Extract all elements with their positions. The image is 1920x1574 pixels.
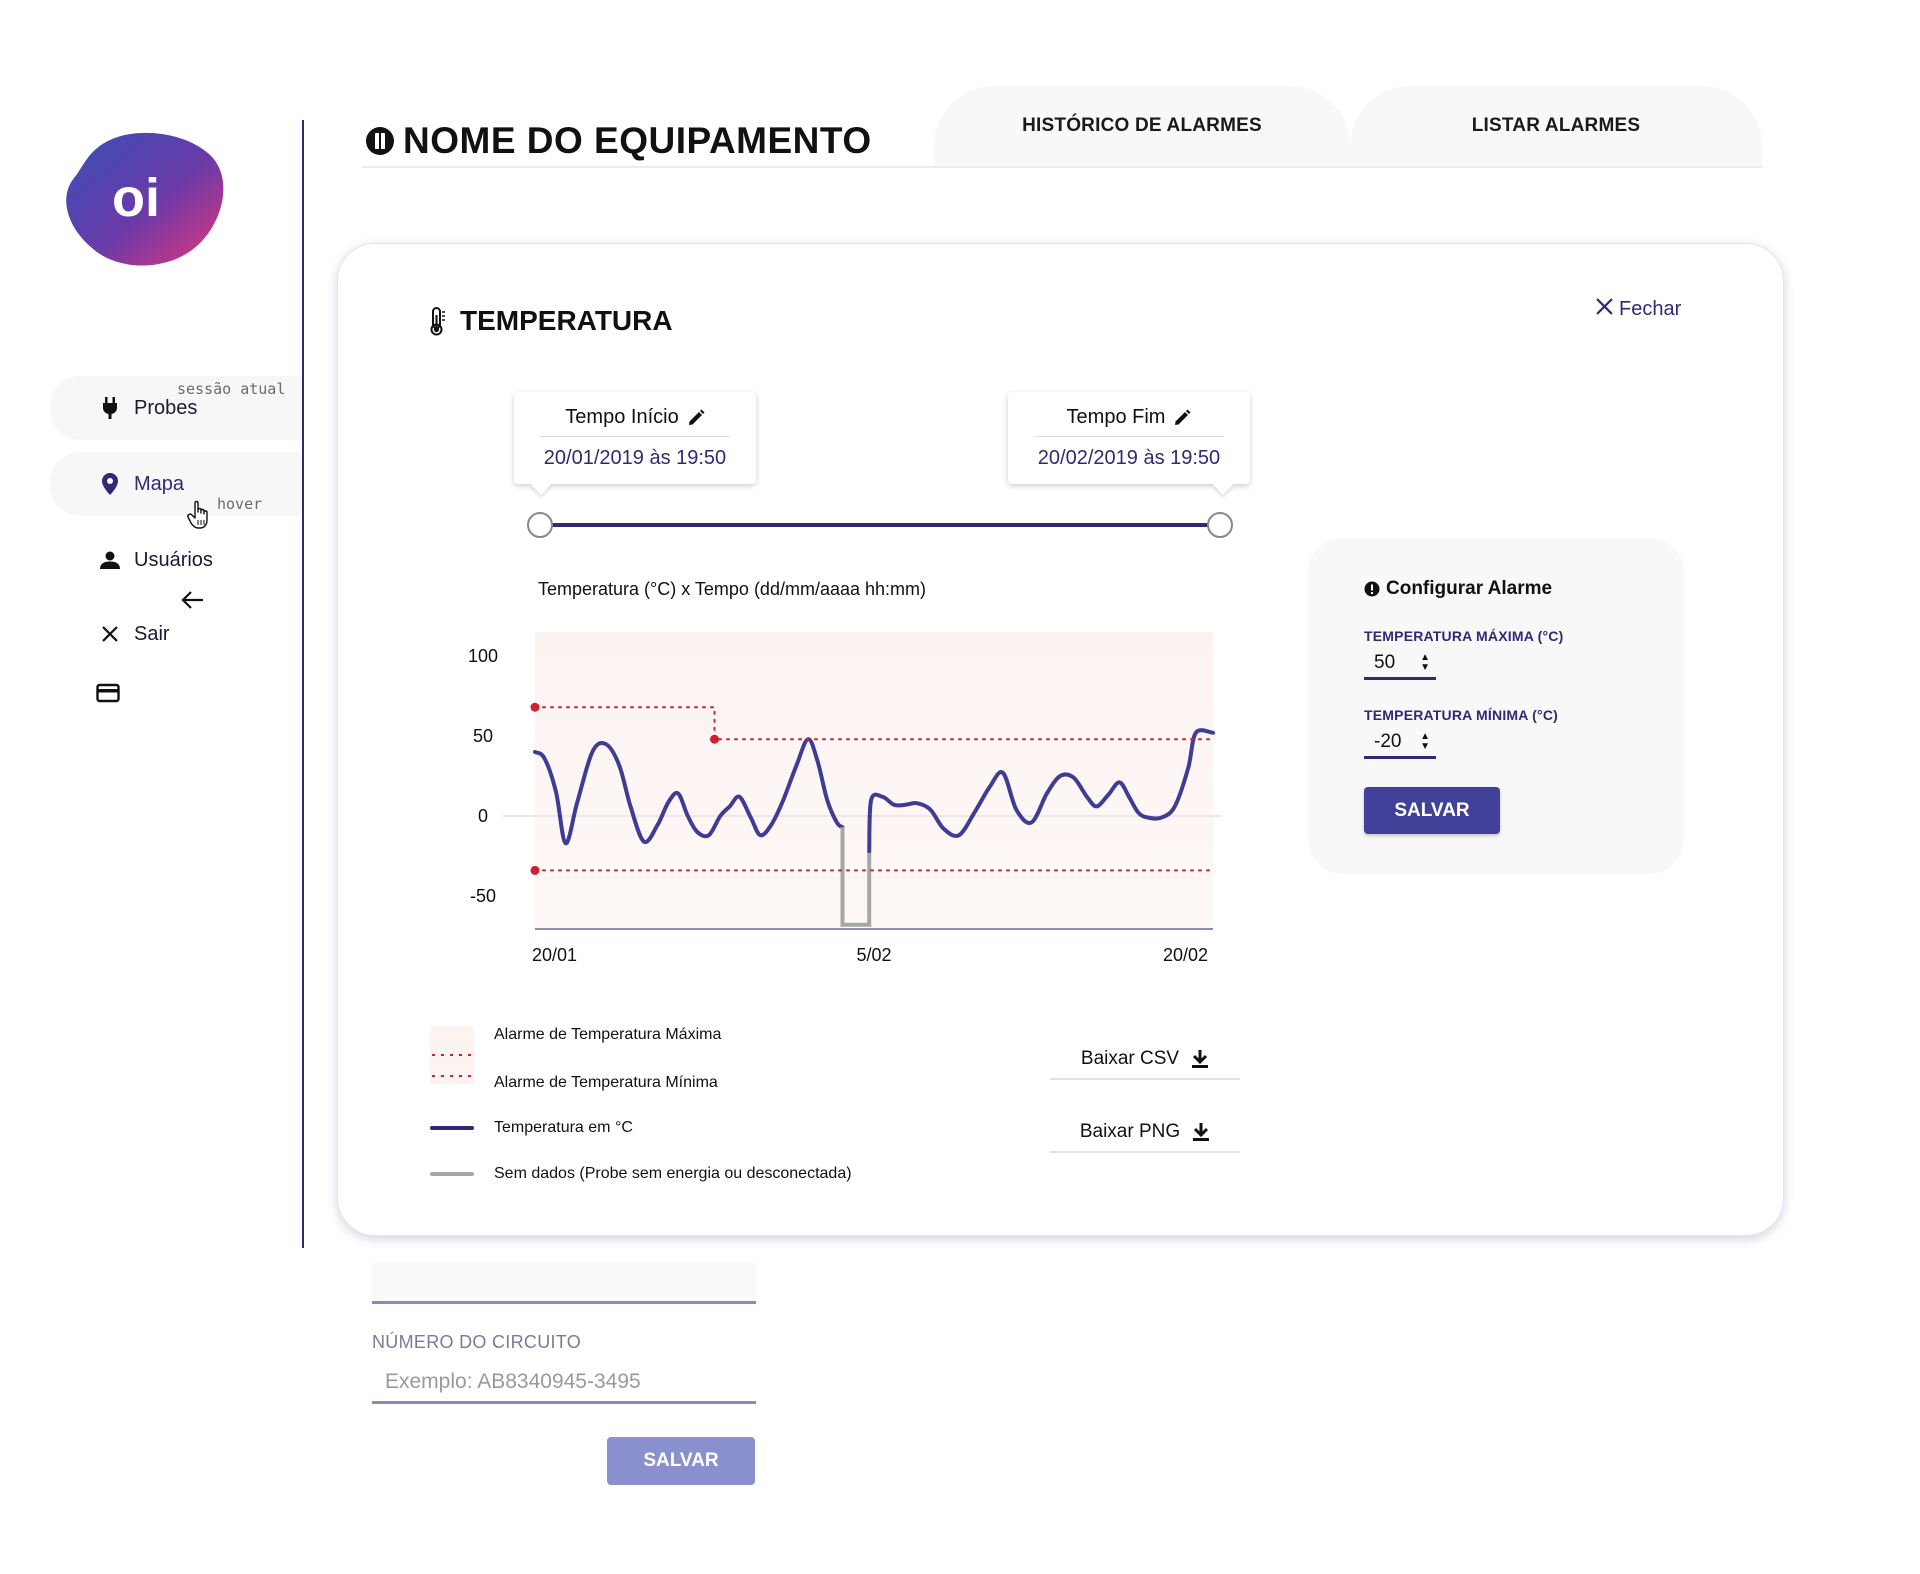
legend-min-alarm: Alarme de Temperatura Mínima <box>430 1074 718 1092</box>
alarm-threshold-point <box>530 702 540 712</box>
tab-listar-alarmes[interactable]: LISTAR ALARMES <box>1350 86 1762 166</box>
oi-logo: oi <box>66 132 224 266</box>
sidebar-item-mapa[interactable]: Mapa <box>50 452 302 516</box>
close-label: Fechar <box>1619 298 1682 320</box>
y-tick-label: 50 <box>473 726 493 746</box>
pencil-icon[interactable] <box>687 409 705 427</box>
range-start-handle[interactable] <box>527 512 553 538</box>
legend-max-label: Alarme de Temperatura Máxima <box>494 1026 722 1043</box>
page-title: NOME DO EQUIPAMENTO <box>403 120 872 161</box>
number-stepper-icon[interactable]: ▲ ▼ <box>1420 731 1430 752</box>
download-icon <box>1193 1123 1210 1141</box>
y-tick-label: 0 <box>478 806 488 826</box>
max-temperature-label: TEMPERATURA MÁXIMA (°C) <box>1364 628 1564 644</box>
background-field[interactable] <box>372 1262 756 1304</box>
alarm-config-header: Configurar Alarme <box>1364 578 1552 600</box>
y-tick-label: -50 <box>470 886 496 906</box>
sidebar-item-usuarios[interactable]: Usuários <box>50 528 302 592</box>
sidebar-item-label: Probes <box>134 396 198 419</box>
min-temperature-label: TEMPERATURA MÍNIMA (°C) <box>1364 707 1558 723</box>
legend-temperature: Temperatura em °C <box>430 1119 633 1137</box>
circuit-number-label: NÚMERO DO CIRCUITO <box>372 1332 582 1352</box>
sidebar-item-sair[interactable]: Sair <box>50 602 302 666</box>
plug-icon <box>98 397 122 419</box>
x-tick-label: 20/01 <box>532 945 577 965</box>
download-png-button[interactable]: Baixar PNG <box>1050 1113 1240 1153</box>
alarm-band <box>535 632 1213 928</box>
x-tick-label: 5/02 <box>856 945 891 965</box>
alert-icon <box>1364 581 1380 597</box>
sidebar-item-label: Usuários <box>134 548 213 571</box>
time-start-value: 20/01/2019 às 19:50 <box>543 447 727 469</box>
hand-cursor-icon <box>187 500 208 529</box>
legend-max-alarm: Alarme de Temperatura Máxima <box>430 1026 722 1084</box>
circuit-number-input[interactable] <box>372 1362 756 1404</box>
background-save-button[interactable]: SALVAR <box>607 1437 755 1485</box>
user-icon <box>98 551 122 569</box>
tab-historico-alarmes[interactable]: HISTÓRICO DE ALARMES <box>934 86 1350 166</box>
close-icon <box>1596 298 1613 321</box>
page-header: NOME DO EQUIPAMENTO <box>365 120 872 162</box>
sidebar-item-label: Sair <box>134 622 170 645</box>
time-start-tooltip[interactable]: Tempo Início 20/01/2019 às 19:50 <box>514 392 756 495</box>
time-start-label: Tempo Início <box>565 406 679 428</box>
modal-header: TEMPERATURA <box>428 305 673 337</box>
max-temperature-input[interactable]: 50 ▲ ▼ <box>1364 648 1436 680</box>
modal-title: TEMPERATURA <box>460 305 673 336</box>
header-divider <box>362 166 1762 168</box>
thermometer-icon <box>430 307 445 336</box>
map-pin-icon <box>98 473 122 495</box>
legend-temperature-label: Temperatura em °C <box>494 1119 633 1136</box>
temperature-chart: Temperatura (°C) x Tempo (dd/mm/aaaa hh:… <box>468 579 1221 965</box>
number-stepper-icon[interactable]: ▲ ▼ <box>1420 652 1430 673</box>
download-csv-button[interactable]: Baixar CSV <box>1050 1040 1240 1080</box>
range-end-handle[interactable] <box>1207 512 1233 538</box>
min-temperature-input[interactable]: -20 ▲ ▼ <box>1364 727 1436 759</box>
time-end-tooltip[interactable]: Tempo Fim 20/02/2019 às 19:50 <box>1008 392 1250 495</box>
time-end-value: 20/02/2019 às 19:50 <box>1037 447 1221 469</box>
legend-no-data-label: Sem dados (Probe sem energia ou desconec… <box>494 1165 852 1182</box>
legend-min-label: Alarme de Temperatura Mínima <box>494 1074 718 1091</box>
x-tick-label: 20/02 <box>1163 945 1208 965</box>
pencil-icon[interactable] <box>1173 409 1191 427</box>
credit-card-icon[interactable] <box>96 683 120 703</box>
alarm-config-title: Configurar Alarme <box>1386 578 1553 599</box>
sidebar-item-label: Mapa <box>134 472 185 495</box>
sidebar-divider <box>302 120 304 1248</box>
download-csv-label: Baixar CSV <box>1080 1048 1180 1069</box>
close-button[interactable]: Fechar <box>1596 298 1681 321</box>
legend-no-data: Sem dados (Probe sem energia ou desconec… <box>430 1165 852 1183</box>
close-icon <box>98 626 122 642</box>
y-tick-label: 100 <box>468 646 498 666</box>
alarm-save-button[interactable]: SALVAR <box>1364 787 1500 834</box>
current-session-annotation: sessão atual <box>177 380 286 398</box>
alarm-threshold-point <box>530 865 540 875</box>
svg-text:oi: oi <box>112 168 160 228</box>
download-png-label: Baixar PNG <box>1079 1121 1181 1142</box>
chart-title: Temperatura (°C) x Tempo (dd/mm/aaaa hh:… <box>538 579 926 599</box>
min-temperature-value: -20 <box>1374 730 1402 752</box>
equipment-icon <box>366 127 394 155</box>
download-icon <box>1192 1050 1209 1068</box>
hover-annotation: hover <box>217 495 263 513</box>
max-temperature-value: 50 <box>1374 651 1396 673</box>
alarm-threshold-point <box>710 734 720 744</box>
time-range-track[interactable] <box>540 523 1220 527</box>
time-end-label: Tempo Fim <box>1066 406 1166 428</box>
